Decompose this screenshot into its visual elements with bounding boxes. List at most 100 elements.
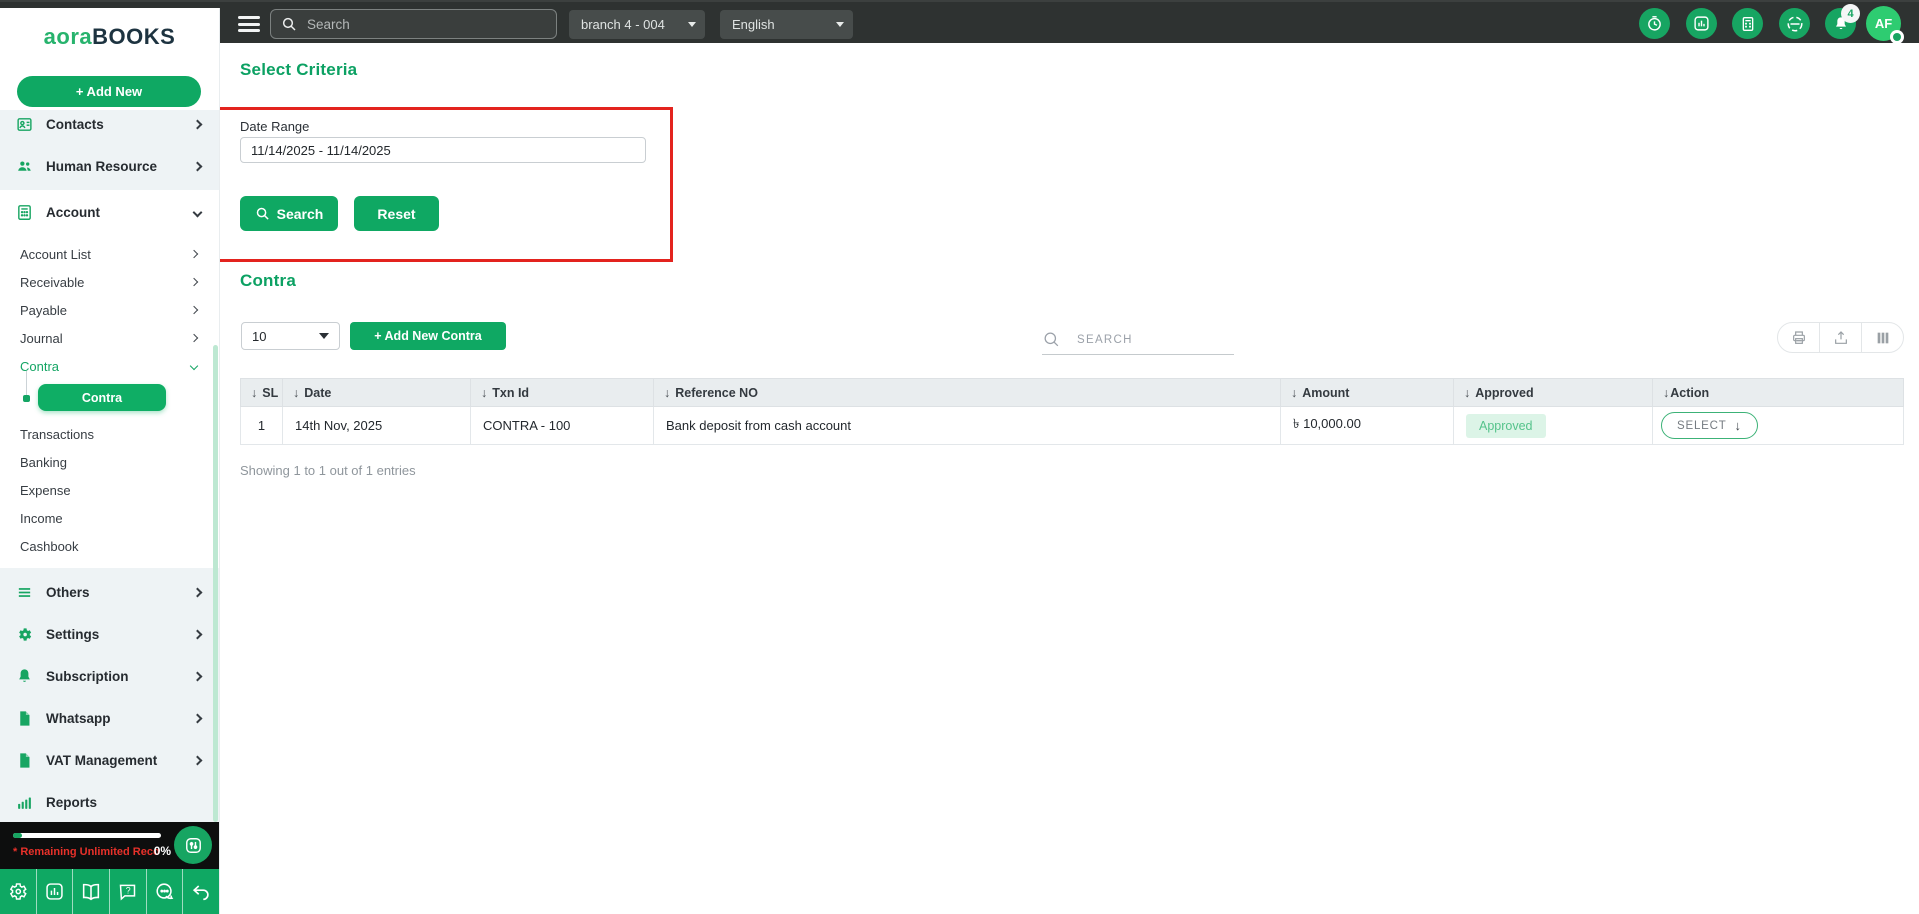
sidebar-item-cashbook[interactable]: Cashbook [0, 532, 219, 560]
chevron-right-icon [193, 671, 203, 681]
branch-select[interactable]: branch 4 - 004 [569, 10, 705, 39]
row-select-label: SELECT [1677, 420, 1727, 432]
sidebar-active-item-wrap: Contra [0, 383, 219, 413]
support-chat-icon [154, 881, 176, 903]
dock-undo-button[interactable] [183, 869, 219, 914]
brand-logo[interactable]: aoraBOOKS [0, 8, 219, 66]
sidebar-item-label: Reports [46, 795, 97, 810]
columns-icon [1875, 330, 1891, 346]
col-header-amount[interactable]: ↓Amount [1281, 379, 1454, 407]
export-button[interactable] [1820, 323, 1862, 352]
page-size-select[interactable]: 10 [241, 322, 340, 350]
list-icon [16, 584, 33, 601]
dock-docs-button[interactable] [73, 869, 110, 914]
table-header-row: ↓SL ↓Date ↓Txn Id ↓Reference NO ↓Amount … [241, 379, 1904, 407]
main-content: Select Criteria Date Range Search Reset … [220, 43, 1919, 914]
contacts-icon [16, 116, 33, 133]
language-select[interactable]: English [720, 10, 853, 39]
sidebar-item-payable[interactable]: Payable [0, 296, 219, 324]
question-bubble-icon: ? [117, 881, 138, 902]
add-new-button[interactable]: + Add New [17, 76, 201, 107]
dock-help-button[interactable]: ? [110, 869, 147, 914]
criteria-search-button[interactable]: Search [240, 196, 338, 231]
sidebar-item-subscription[interactable]: Subscription [0, 656, 219, 696]
avatar[interactable]: AF [1866, 6, 1901, 41]
col-header-sl[interactable]: ↓SL [241, 379, 283, 407]
dock-analytics-button[interactable] [37, 869, 74, 914]
usage-settings-button[interactable] [174, 826, 212, 864]
time-tracker-button[interactable] [1639, 8, 1670, 39]
chevron-right-icon [190, 334, 198, 342]
usage-progress-track [13, 833, 161, 838]
analytics-button[interactable] [1686, 8, 1717, 39]
col-header-approved[interactable]: ↓Approved [1454, 379, 1653, 407]
chevron-down-icon [190, 362, 198, 370]
col-header-action[interactable]: ↓Action [1653, 379, 1904, 407]
sidebar-item-settings[interactable]: Settings [0, 614, 219, 654]
sidebar-scrollbar[interactable] [213, 345, 218, 822]
sort-icon: ↓ [1291, 386, 1297, 400]
sidebar-item-contra-active[interactable]: Contra [38, 384, 166, 411]
sidebar-item-account[interactable]: Account [0, 192, 219, 232]
sidebar-item-reports[interactable]: Reports [0, 782, 219, 822]
cell-txn-id: CONTRA - 100 [471, 407, 654, 445]
document-icon [16, 752, 33, 769]
calculator-icon [1740, 16, 1756, 32]
document-icon [16, 710, 33, 727]
sort-icon: ↓ [293, 386, 299, 400]
bar-chart-icon [44, 881, 65, 902]
sidebar-item-human-resource[interactable]: Human Resource [0, 145, 219, 187]
search-icon [1042, 330, 1061, 349]
sidebar-item-journal[interactable]: Journal [0, 324, 219, 352]
calculator-icon [16, 204, 33, 221]
chevron-right-icon [193, 755, 203, 765]
sidebar-item-label: Journal [20, 331, 63, 346]
sidebar-item-account-list[interactable]: Account List [0, 240, 219, 268]
sidebar-item-transactions[interactable]: Transactions [0, 420, 219, 448]
date-range-input[interactable] [240, 137, 646, 163]
criteria-search-label: Search [277, 206, 324, 222]
col-header-txn-id[interactable]: ↓Txn Id [471, 379, 654, 407]
table-search-input[interactable] [1077, 334, 1217, 346]
scanner-button[interactable] [1779, 8, 1810, 39]
dock-support-button[interactable] [147, 869, 184, 914]
usage-percent: 0% [154, 844, 171, 858]
sidebar-item-contra-parent[interactable]: Contra [0, 352, 219, 380]
brand-logo-part2: BOOKS [92, 24, 175, 50]
col-header-date[interactable]: ↓Date [283, 379, 471, 407]
table-row: 1 14th Nov, 2025 CONTRA - 100 Bank depos… [241, 407, 1904, 445]
chevron-down-icon [319, 333, 329, 339]
upload-icon [1833, 330, 1849, 346]
sidebar-item-expense[interactable]: Expense [0, 476, 219, 504]
menu-toggle-icon[interactable] [238, 16, 260, 32]
col-header-reference[interactable]: ↓Reference NO [654, 379, 1281, 407]
calculator-button[interactable] [1732, 8, 1763, 39]
sidebar-item-banking[interactable]: Banking [0, 448, 219, 476]
table-toolbar [1777, 322, 1904, 353]
sliders-icon [184, 836, 203, 855]
row-select-button[interactable]: SELECT ↓ [1661, 412, 1758, 439]
clock-icon [1646, 15, 1663, 32]
sidebar-item-label: Whatsapp [46, 711, 111, 726]
dock-settings-button[interactable] [0, 869, 37, 914]
sidebar-item-receivable[interactable]: Receivable [0, 268, 219, 296]
sidebar-item-label: Settings [46, 627, 99, 642]
chevron-right-icon [190, 250, 198, 258]
sidebar-item-contacts[interactable]: Contacts [0, 110, 219, 145]
columns-button[interactable] [1862, 323, 1903, 352]
sidebar-group-top: Contacts Human Resource [0, 110, 219, 190]
global-search-input[interactable] [307, 17, 527, 32]
sidebar-item-income[interactable]: Income [0, 504, 219, 532]
add-new-contra-button[interactable]: + Add New Contra [350, 322, 506, 350]
sidebar-item-label: Account [46, 205, 100, 220]
criteria-reset-button[interactable]: Reset [354, 196, 439, 231]
sidebar-item-others[interactable]: Others [0, 572, 219, 612]
notification-badge: 4 [1841, 4, 1860, 23]
book-icon [80, 881, 102, 903]
sidebar-item-vat-management[interactable]: VAT Management [0, 740, 219, 780]
print-button[interactable] [1778, 323, 1820, 352]
page-size-value: 10 [252, 329, 266, 344]
sidebar-item-whatsapp[interactable]: Whatsapp [0, 698, 219, 738]
global-search[interactable] [270, 9, 557, 39]
table-search[interactable] [1042, 325, 1234, 355]
